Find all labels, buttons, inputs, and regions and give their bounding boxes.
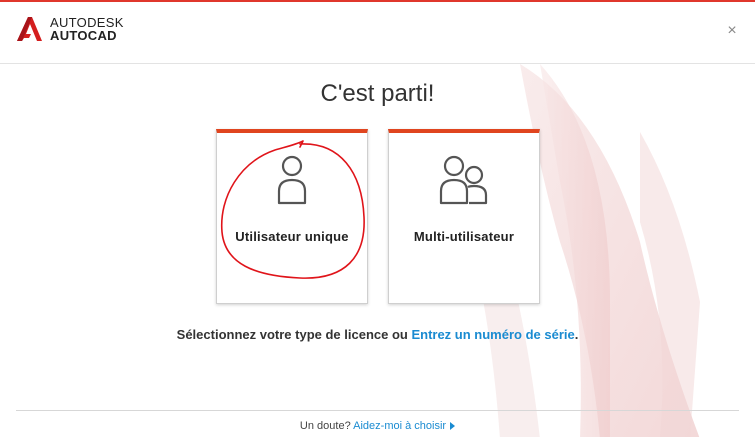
license-prompt: Sélectionnez votre type de licence ou En… <box>0 327 755 342</box>
page-title: C'est parti! <box>320 80 435 107</box>
product-name: AUTOCAD <box>50 28 117 43</box>
prompt-text: Sélectionnez votre type de licence ou <box>176 327 412 342</box>
autodesk-logo: AUTODESK AUTOCAD <box>14 14 124 44</box>
license-dialog: AUTODESK AUTOCAD × C'est parti! Utilisat… <box>0 0 755 437</box>
help-choose-link[interactable]: Aidez-moi à choisir <box>353 420 446 432</box>
single-user-label: Utilisateur unique <box>235 229 349 244</box>
single-user-icon <box>277 155 307 205</box>
dialog-header: AUTODESK AUTOCAD × <box>0 2 755 64</box>
chevron-right-icon[interactable] <box>450 422 456 431</box>
help-footer: Un doute? Aidez-moi à choisir <box>0 420 755 432</box>
single-user-card[interactable]: Utilisateur unique <box>216 129 368 304</box>
multi-user-card[interactable]: Multi-utilisateur <box>388 129 540 304</box>
close-icon[interactable]: × <box>725 23 739 39</box>
autodesk-a-icon <box>17 17 42 41</box>
footer-divider <box>16 410 739 411</box>
main-content: C'est parti! Utilisateur unique Multi-ut… <box>0 64 755 437</box>
footer-text: Un doute? <box>299 420 354 432</box>
multi-user-label: Multi-utilisateur <box>413 229 515 244</box>
prompt-end: . <box>574 327 579 342</box>
multi-user-icon <box>439 155 488 205</box>
enter-serial-link[interactable]: Entrez un numéro de série <box>411 327 574 342</box>
